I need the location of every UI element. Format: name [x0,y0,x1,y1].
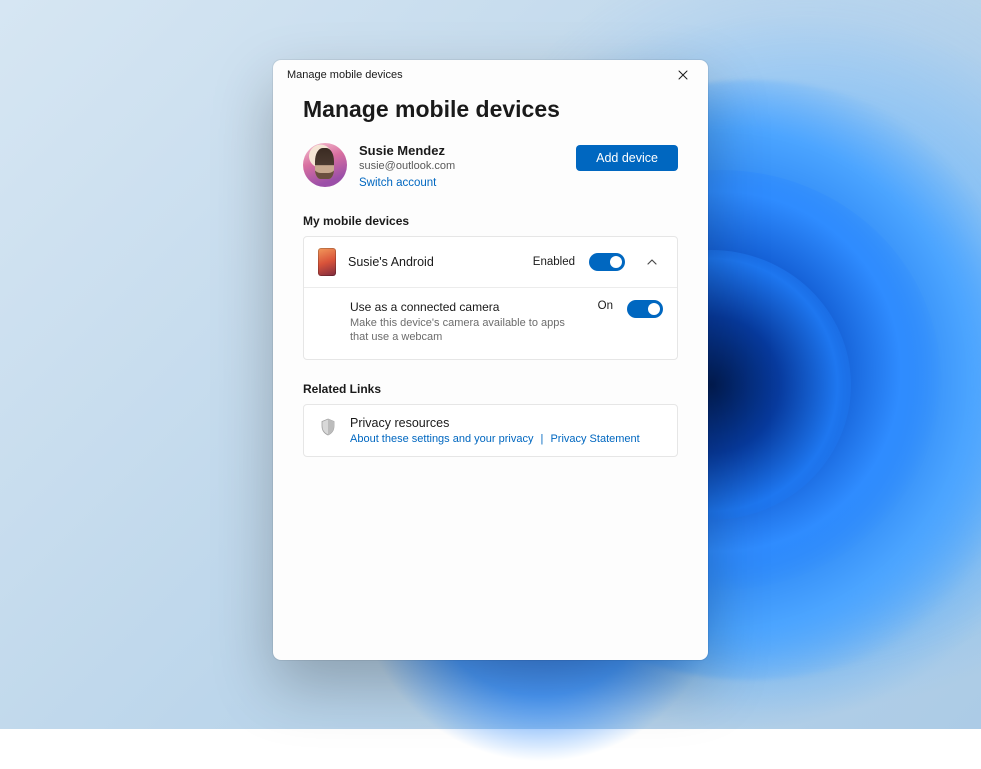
avatar [303,143,347,187]
device-name: Susie's Android [348,255,521,269]
switch-account-link[interactable]: Switch account [359,175,564,192]
related-links: About these settings and your privacy | … [350,433,640,445]
privacy-statement-link[interactable]: Privacy Statement [550,433,639,445]
connected-camera-toggle[interactable] [627,300,663,318]
phone-icon [318,248,336,276]
collapse-button[interactable] [641,251,663,273]
add-device-button[interactable]: Add device [576,145,678,171]
close-icon [678,70,688,80]
device-enabled-toggle[interactable] [589,253,625,271]
dialog-content: Manage mobile devices Susie Mendez susie… [273,90,708,660]
connected-camera-desc: Make this device's camera available to a… [350,316,576,345]
connected-camera-title: Use as a connected camera [350,300,576,314]
account-row: Susie Mendez susie@outlook.com Switch ac… [303,143,678,193]
shield-icon [318,416,338,436]
manage-mobile-devices-dialog: Manage mobile devices Manage mobile devi… [273,60,708,660]
close-button[interactable] [668,60,698,90]
about-settings-link[interactable]: About these settings and your privacy [350,433,533,445]
section-label-devices: My mobile devices [303,214,678,228]
related-title: Privacy resources [350,416,640,430]
device-status: Enabled [533,256,575,268]
connected-camera-status: On [598,300,613,312]
device-header-row[interactable]: Susie's Android Enabled [304,237,677,287]
titlebar: Manage mobile devices [273,60,708,90]
connected-camera-text: Use as a connected camera Make this devi… [350,300,586,345]
account-email: susie@outlook.com [359,159,564,174]
related-text: Privacy resources About these settings a… [350,416,640,445]
connected-camera-row: Use as a connected camera Make this devi… [304,287,677,359]
account-name: Susie Mendez [359,143,564,160]
window-title: Manage mobile devices [287,69,668,81]
device-card: Susie's Android Enabled Use as a connect… [303,236,678,360]
section-label-related: Related Links [303,382,678,396]
link-separator: | [541,433,544,445]
chevron-up-icon [646,256,658,268]
page-title: Manage mobile devices [303,96,678,123]
related-card: Privacy resources About these settings a… [303,404,678,457]
account-info: Susie Mendez susie@outlook.com Switch ac… [359,143,564,193]
